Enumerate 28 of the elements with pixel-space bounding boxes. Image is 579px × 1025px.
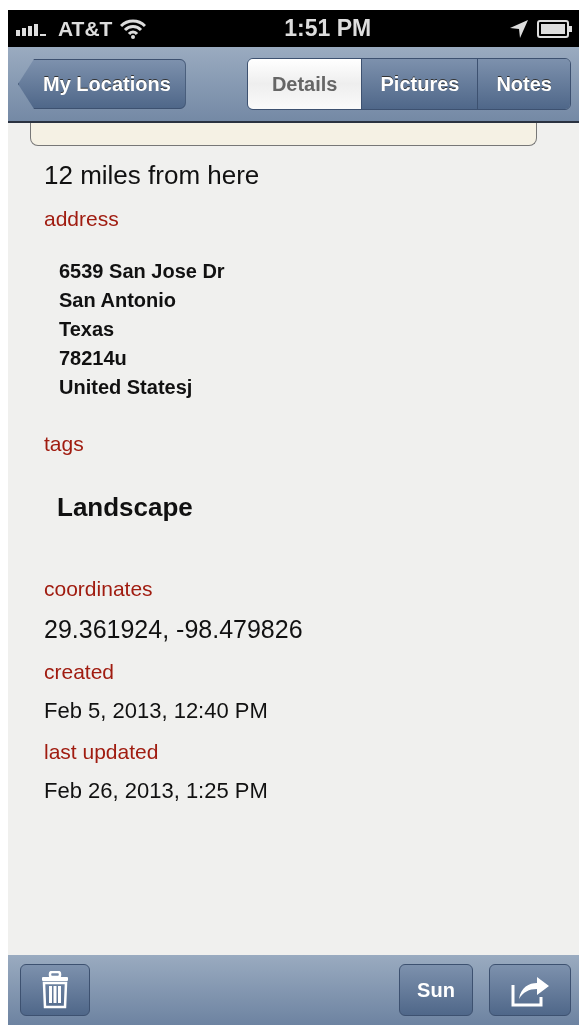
- address-line: 6539 San Jose Dr: [59, 259, 226, 284]
- address-line: 78214u: [59, 346, 128, 371]
- carrier-name: AT&T: [58, 16, 113, 41]
- address-line: Texas: [59, 317, 116, 342]
- wifi-icon: [120, 18, 147, 39]
- field-value: Feb 5, 2013, 12:40 PM: [44, 698, 269, 724]
- distance-text: 12 miles from here: [44, 160, 261, 191]
- address-line: San Antonio: [59, 288, 178, 313]
- segment-tab[interactable]: Notes: [477, 59, 570, 109]
- tag-text: Landscape: [57, 492, 194, 523]
- field-label: created: [44, 660, 116, 684]
- location-arrow-icon: [509, 18, 529, 39]
- sun-button[interactable]: Sun: [399, 964, 473, 1016]
- field-label: last updated: [44, 740, 160, 764]
- clock-time: 1:51 PM: [283, 15, 373, 42]
- trash-icon: [41, 971, 69, 1009]
- field-value: 29.361924, -98.479826: [44, 615, 304, 644]
- segment-tab[interactable]: Details: [247, 59, 362, 109]
- battery-icon: [537, 19, 573, 38]
- back-button[interactable]: My Locations: [18, 59, 186, 109]
- trash-button[interactable]: [20, 964, 90, 1016]
- field-label: address: [44, 207, 120, 231]
- segment-tab[interactable]: Pictures: [361, 59, 478, 109]
- field-value: Feb 26, 2013, 1:25 PM: [44, 778, 269, 804]
- field-label: tags: [44, 432, 85, 456]
- share-button[interactable]: [489, 964, 571, 1016]
- field-label: coordinates: [44, 577, 154, 601]
- address-line: United Statesj: [59, 375, 194, 400]
